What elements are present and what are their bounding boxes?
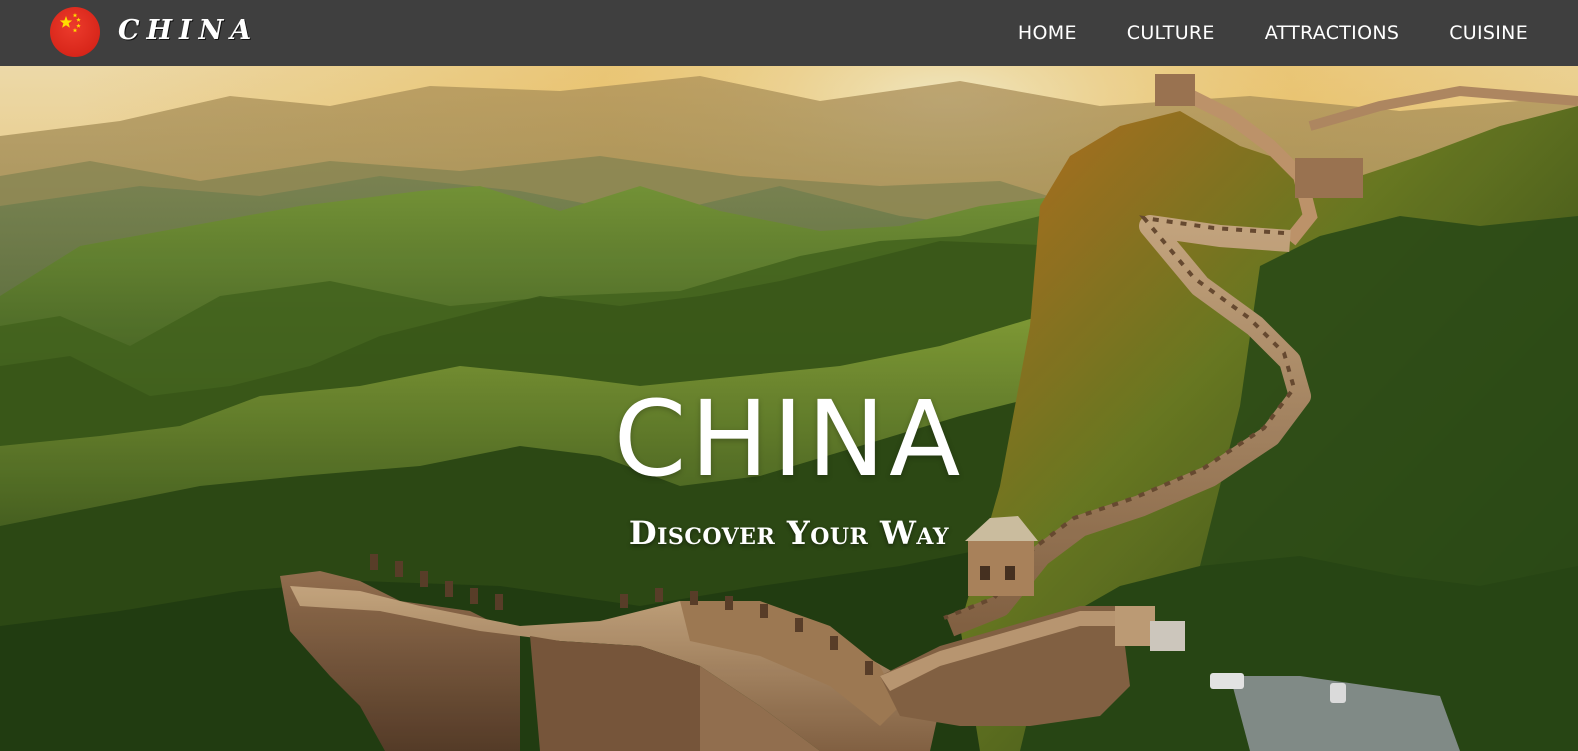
nav-culture-link[interactable]: CULTURE bbox=[1127, 22, 1215, 44]
china-flag-icon[interactable] bbox=[50, 7, 100, 57]
hero-section: CHINA Discover Your Way bbox=[0, 66, 1578, 751]
brand-name[interactable]: CHINA bbox=[118, 12, 258, 52]
hero-subtitle: Discover Your Way bbox=[628, 514, 950, 552]
nav-menu: HOME CULTURE ATTRACTIONS CUISINE bbox=[1018, 0, 1528, 66]
nav-cuisine-link[interactable]: CUISINE bbox=[1449, 22, 1528, 44]
nav-attractions-link[interactable]: ATTRACTIONS bbox=[1265, 22, 1400, 44]
top-nav-bar: CHINA HOME CULTURE ATTRACTIONS CUISINE bbox=[0, 0, 1578, 66]
hero-title: CHINA bbox=[613, 378, 965, 500]
nav-home-link[interactable]: HOME bbox=[1018, 22, 1077, 44]
